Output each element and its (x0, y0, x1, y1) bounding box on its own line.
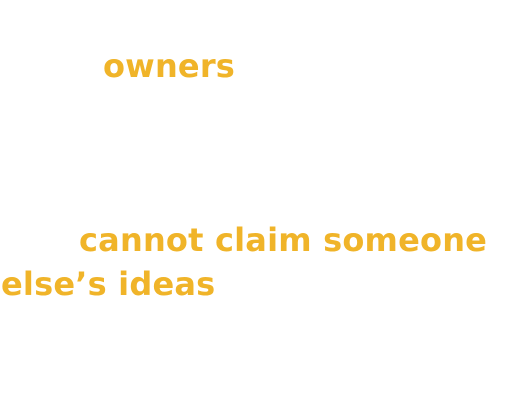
caption-line-cannot-claim: cannot claim someone (79, 221, 488, 259)
caption-line-else-ideas: else’s ideas (1, 265, 216, 303)
caption-word-owners: owners (103, 47, 236, 85)
caption-canvas: owners cannot claim someone else’s ideas (0, 0, 509, 405)
